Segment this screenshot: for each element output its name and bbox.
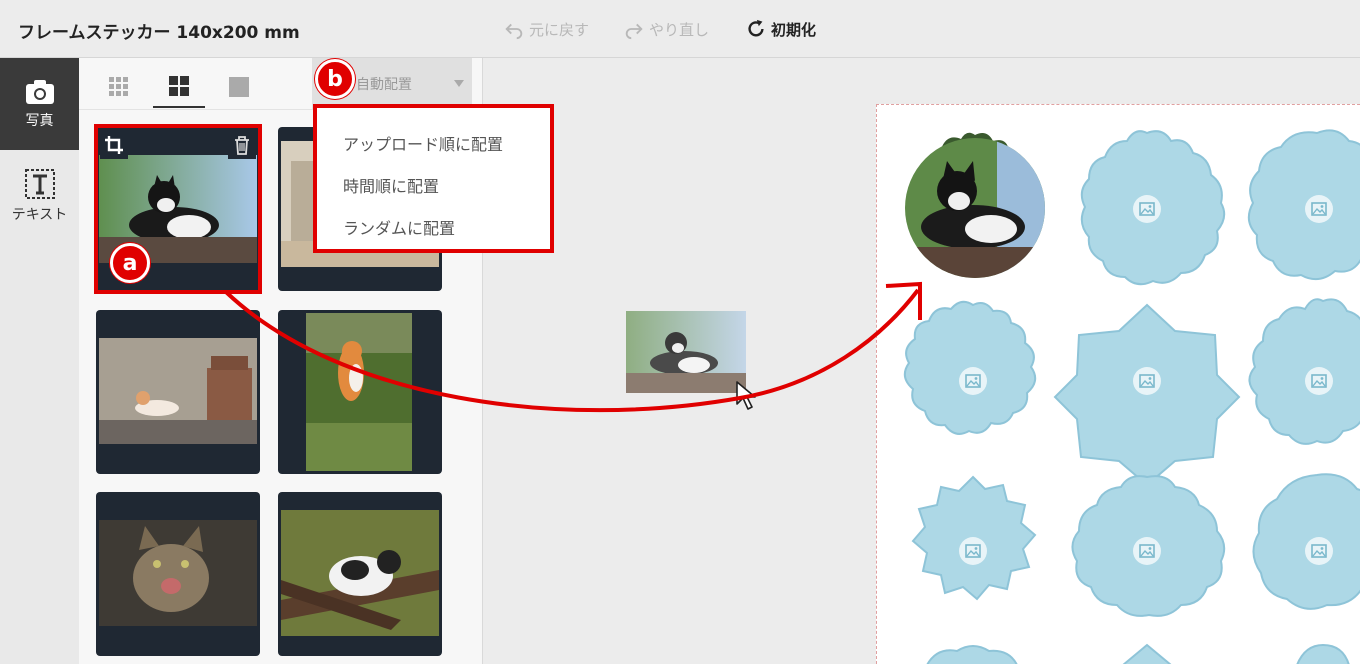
tab-small-grid[interactable] bbox=[93, 66, 145, 108]
sticker-layout bbox=[897, 129, 1360, 664]
camera-icon bbox=[25, 80, 54, 104]
photo-thumb-6[interactable] bbox=[278, 492, 442, 656]
sticker-slot-empty[interactable] bbox=[1122, 643, 1172, 664]
photo-thumb-3[interactable] bbox=[96, 310, 260, 474]
grid-medium-icon bbox=[169, 76, 189, 96]
cat-photo bbox=[306, 313, 412, 471]
sticker-slot-empty[interactable] bbox=[1053, 303, 1241, 487]
sticker-slot-empty[interactable] bbox=[1248, 298, 1360, 445]
reset-label: 初期化 bbox=[771, 20, 817, 39]
sort-option-random[interactable]: ランダムに配置 bbox=[343, 208, 550, 250]
undo-label: 元に戻す bbox=[529, 20, 590, 39]
sticker-slot-empty[interactable] bbox=[911, 475, 1037, 601]
app-header: フレームステッカー 140x200 mm 元に戻す やり直し 初期化 bbox=[0, 0, 1360, 58]
photo-thumb-4[interactable] bbox=[278, 310, 442, 474]
sticker-slot-empty[interactable] bbox=[1247, 129, 1360, 281]
sticker-slot-empty[interactable] bbox=[926, 645, 1018, 664]
cat-photo bbox=[99, 520, 257, 626]
tab-large-view[interactable] bbox=[213, 66, 265, 108]
rail-photo-label: 写真 bbox=[25, 113, 54, 129]
text-box-icon bbox=[24, 169, 55, 199]
dragging-photo bbox=[626, 311, 746, 393]
grid-small-icon bbox=[109, 77, 128, 96]
sticker-slot-filled[interactable] bbox=[897, 132, 1057, 287]
rail-item-text[interactable]: テキスト bbox=[0, 150, 79, 242]
cursor-arrow-icon bbox=[736, 381, 756, 410]
sticker-slot-empty[interactable] bbox=[1071, 475, 1226, 617]
sort-dropdown-menu: アップロード順に配置 時間順に配置 ランダムに配置 bbox=[313, 104, 554, 253]
reset-button[interactable]: 初期化 bbox=[745, 18, 816, 40]
redo-icon bbox=[625, 23, 643, 40]
annotation-badge-a: a bbox=[110, 243, 150, 283]
page-title: フレームステッカー 140x200 mm bbox=[18, 23, 300, 43]
cat-photo bbox=[281, 510, 439, 636]
tool-rail: 写真 テキスト bbox=[0, 58, 79, 664]
tab-medium-grid[interactable] bbox=[153, 66, 205, 108]
square-icon bbox=[229, 77, 249, 97]
sticker-slot-empty[interactable] bbox=[1252, 473, 1360, 610]
sticker-sheet bbox=[876, 104, 1360, 664]
cat-photo bbox=[99, 338, 257, 444]
undo-icon bbox=[505, 23, 523, 40]
redo-button[interactable]: やり直し bbox=[623, 18, 709, 40]
chevron-down-icon bbox=[454, 80, 464, 87]
undo-button[interactable]: 元に戻す bbox=[503, 18, 589, 40]
sort-option-time-order[interactable]: 時間順に配置 bbox=[343, 166, 550, 208]
photo-thumb-5[interactable] bbox=[96, 492, 260, 656]
refresh-icon bbox=[748, 19, 764, 37]
view-tabs: 自動配置 bbox=[79, 58, 483, 110]
rail-item-photo[interactable]: 写真 bbox=[0, 58, 79, 150]
sort-select-value: 自動配置 bbox=[356, 77, 412, 93]
sticker-slot-empty[interactable] bbox=[1296, 643, 1350, 664]
sticker-slot-empty[interactable] bbox=[903, 300, 1037, 435]
annotation-badge-b: b bbox=[315, 59, 355, 99]
rail-text-label: テキスト bbox=[11, 207, 68, 223]
sort-option-upload-order[interactable]: アップロード順に配置 bbox=[343, 124, 550, 166]
sticker-slot-empty[interactable] bbox=[1080, 130, 1226, 286]
redo-label: やり直し bbox=[649, 20, 710, 39]
